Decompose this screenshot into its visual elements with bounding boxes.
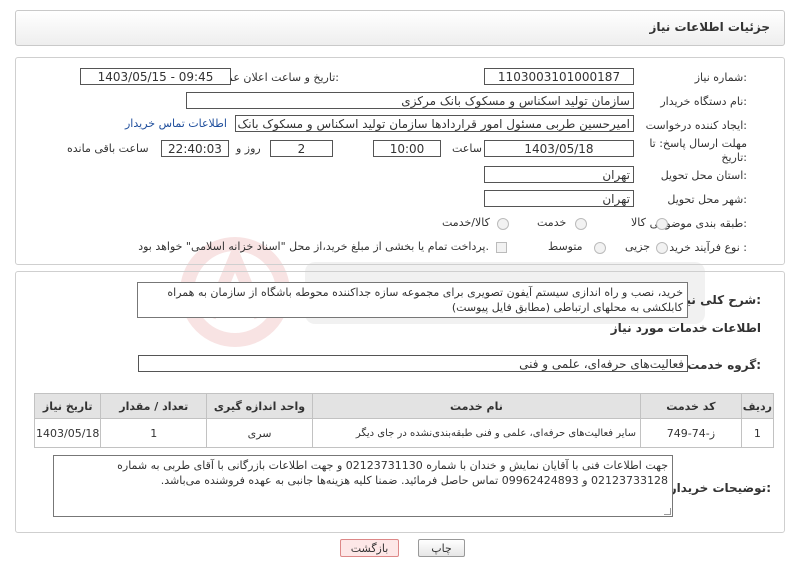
deadline-time-label: ساعت	[452, 142, 482, 155]
back-button[interactable]: بازگشت	[340, 539, 399, 557]
category-option-goods-label: کالا	[631, 216, 646, 229]
services-table: ردیف کد خدمت نام خدمت واحد اندازه گیری ت…	[33, 393, 775, 448]
treasury-payment-checkbox[interactable]	[496, 242, 507, 253]
cell-service-name: سایر فعالیت‌های حرفه‌ای، علمی و فنی طبقه…	[311, 418, 641, 448]
deadline-date-field: 1403/05/18	[484, 140, 634, 157]
summary-textarea[interactable]: خرید، نصب و راه اندازی سیستم آیفون تصویر…	[137, 282, 688, 318]
services-section-title: اطلاعات خدمات مورد نیاز	[610, 321, 761, 335]
service-group-label: گروه خدمت:	[687, 358, 761, 372]
process-radio-medium[interactable]	[594, 242, 606, 254]
need-number-field: 1103003101000187	[484, 68, 634, 85]
buyer-notes-label: توضیحات خریدار:	[669, 481, 771, 495]
table-row: 1 ز-74-749 سایر فعالیت‌های حرفه‌ای، علمی…	[33, 418, 775, 448]
remaining-time-label: ساعت باقی مانده	[67, 142, 149, 155]
service-group-field: فعالیت‌های حرفه‌ای، علمی و فنی	[138, 355, 688, 372]
page-title: جزئیات اطلاعات نیاز	[649, 20, 770, 34]
category-radio-service[interactable]	[575, 218, 587, 230]
creator-label: ایجاد کننده درخواست:	[645, 119, 747, 132]
process-option-medium-label: متوسط	[548, 240, 583, 253]
buyer-notes-textarea[interactable]: جهت اطلاعات فنی با آقایان نمایش و خندان …	[53, 455, 673, 517]
services-table-header: ردیف کد خدمت نام خدمت واحد اندازه گیری ت…	[33, 393, 775, 419]
resize-handle-icon[interactable]	[664, 508, 671, 515]
cell-unit: سری	[206, 418, 313, 448]
days-remaining-field: 2	[270, 140, 333, 157]
buyer-org-field: سازمان تولید اسکناس و مسکوک بانک مرکزی	[186, 92, 634, 109]
deadline-label-line1: مهلت ارسال پاسخ: تا	[649, 137, 747, 150]
process-option-minor-label: جزیی	[625, 240, 651, 253]
announce-datetime-field: 1403/05/15 - 09:45	[80, 68, 231, 85]
deadline-time-field: 10:00	[373, 140, 441, 157]
province-field: تهران	[484, 166, 634, 183]
category-radio-goods[interactable]	[656, 218, 668, 230]
deadline-label-line2: تاریخ:	[721, 151, 747, 164]
cell-need-date: 1403/05/18	[33, 418, 102, 448]
cell-service-code: ز-74-749	[639, 418, 742, 448]
creator-field: امیرحسین طربی مسئول امور قراردادها سازما…	[235, 115, 634, 132]
print-button[interactable]: چاپ	[418, 539, 465, 557]
days-label: روز و	[236, 142, 261, 155]
col-header-need-date: تاریخ نیاز	[33, 393, 102, 419]
need-info-panel	[15, 57, 785, 265]
cell-row-number: 1	[740, 418, 775, 448]
remaining-time-field: 22:40:03	[161, 140, 229, 157]
category-option-both-label: کالا/خدمت	[442, 216, 490, 229]
category-radio-goods-service[interactable]	[497, 218, 509, 230]
col-header-service-code: کد خدمت	[639, 393, 742, 419]
city-label: شهر محل تحویل:	[667, 193, 747, 206]
cell-quantity: 1	[100, 418, 208, 448]
need-number-label: شماره نیاز:	[694, 71, 747, 84]
process-type-label: نوع فرآیند خرید :	[669, 241, 747, 254]
treasury-payment-note: پرداخت تمام یا بخشی از مبلغ خرید،از محل …	[138, 240, 489, 253]
category-option-service-label: خدمت	[537, 216, 567, 229]
buyer-contact-link[interactable]: اطلاعات تماس خریدار	[125, 117, 227, 130]
col-header-service-name: نام خدمت	[311, 393, 641, 419]
col-header-row-number: ردیف	[740, 393, 775, 419]
buyer-org-label: نام دستگاه خریدار:	[660, 95, 747, 108]
col-header-unit: واحد اندازه گیری	[206, 393, 313, 419]
province-label: استان محل تحویل:	[660, 169, 747, 182]
page-header: جزئیات اطلاعات نیاز	[15, 10, 785, 46]
process-radio-minor[interactable]	[656, 242, 668, 254]
col-header-quantity: تعداد / مقدار	[100, 393, 208, 419]
city-field: تهران	[484, 190, 634, 207]
